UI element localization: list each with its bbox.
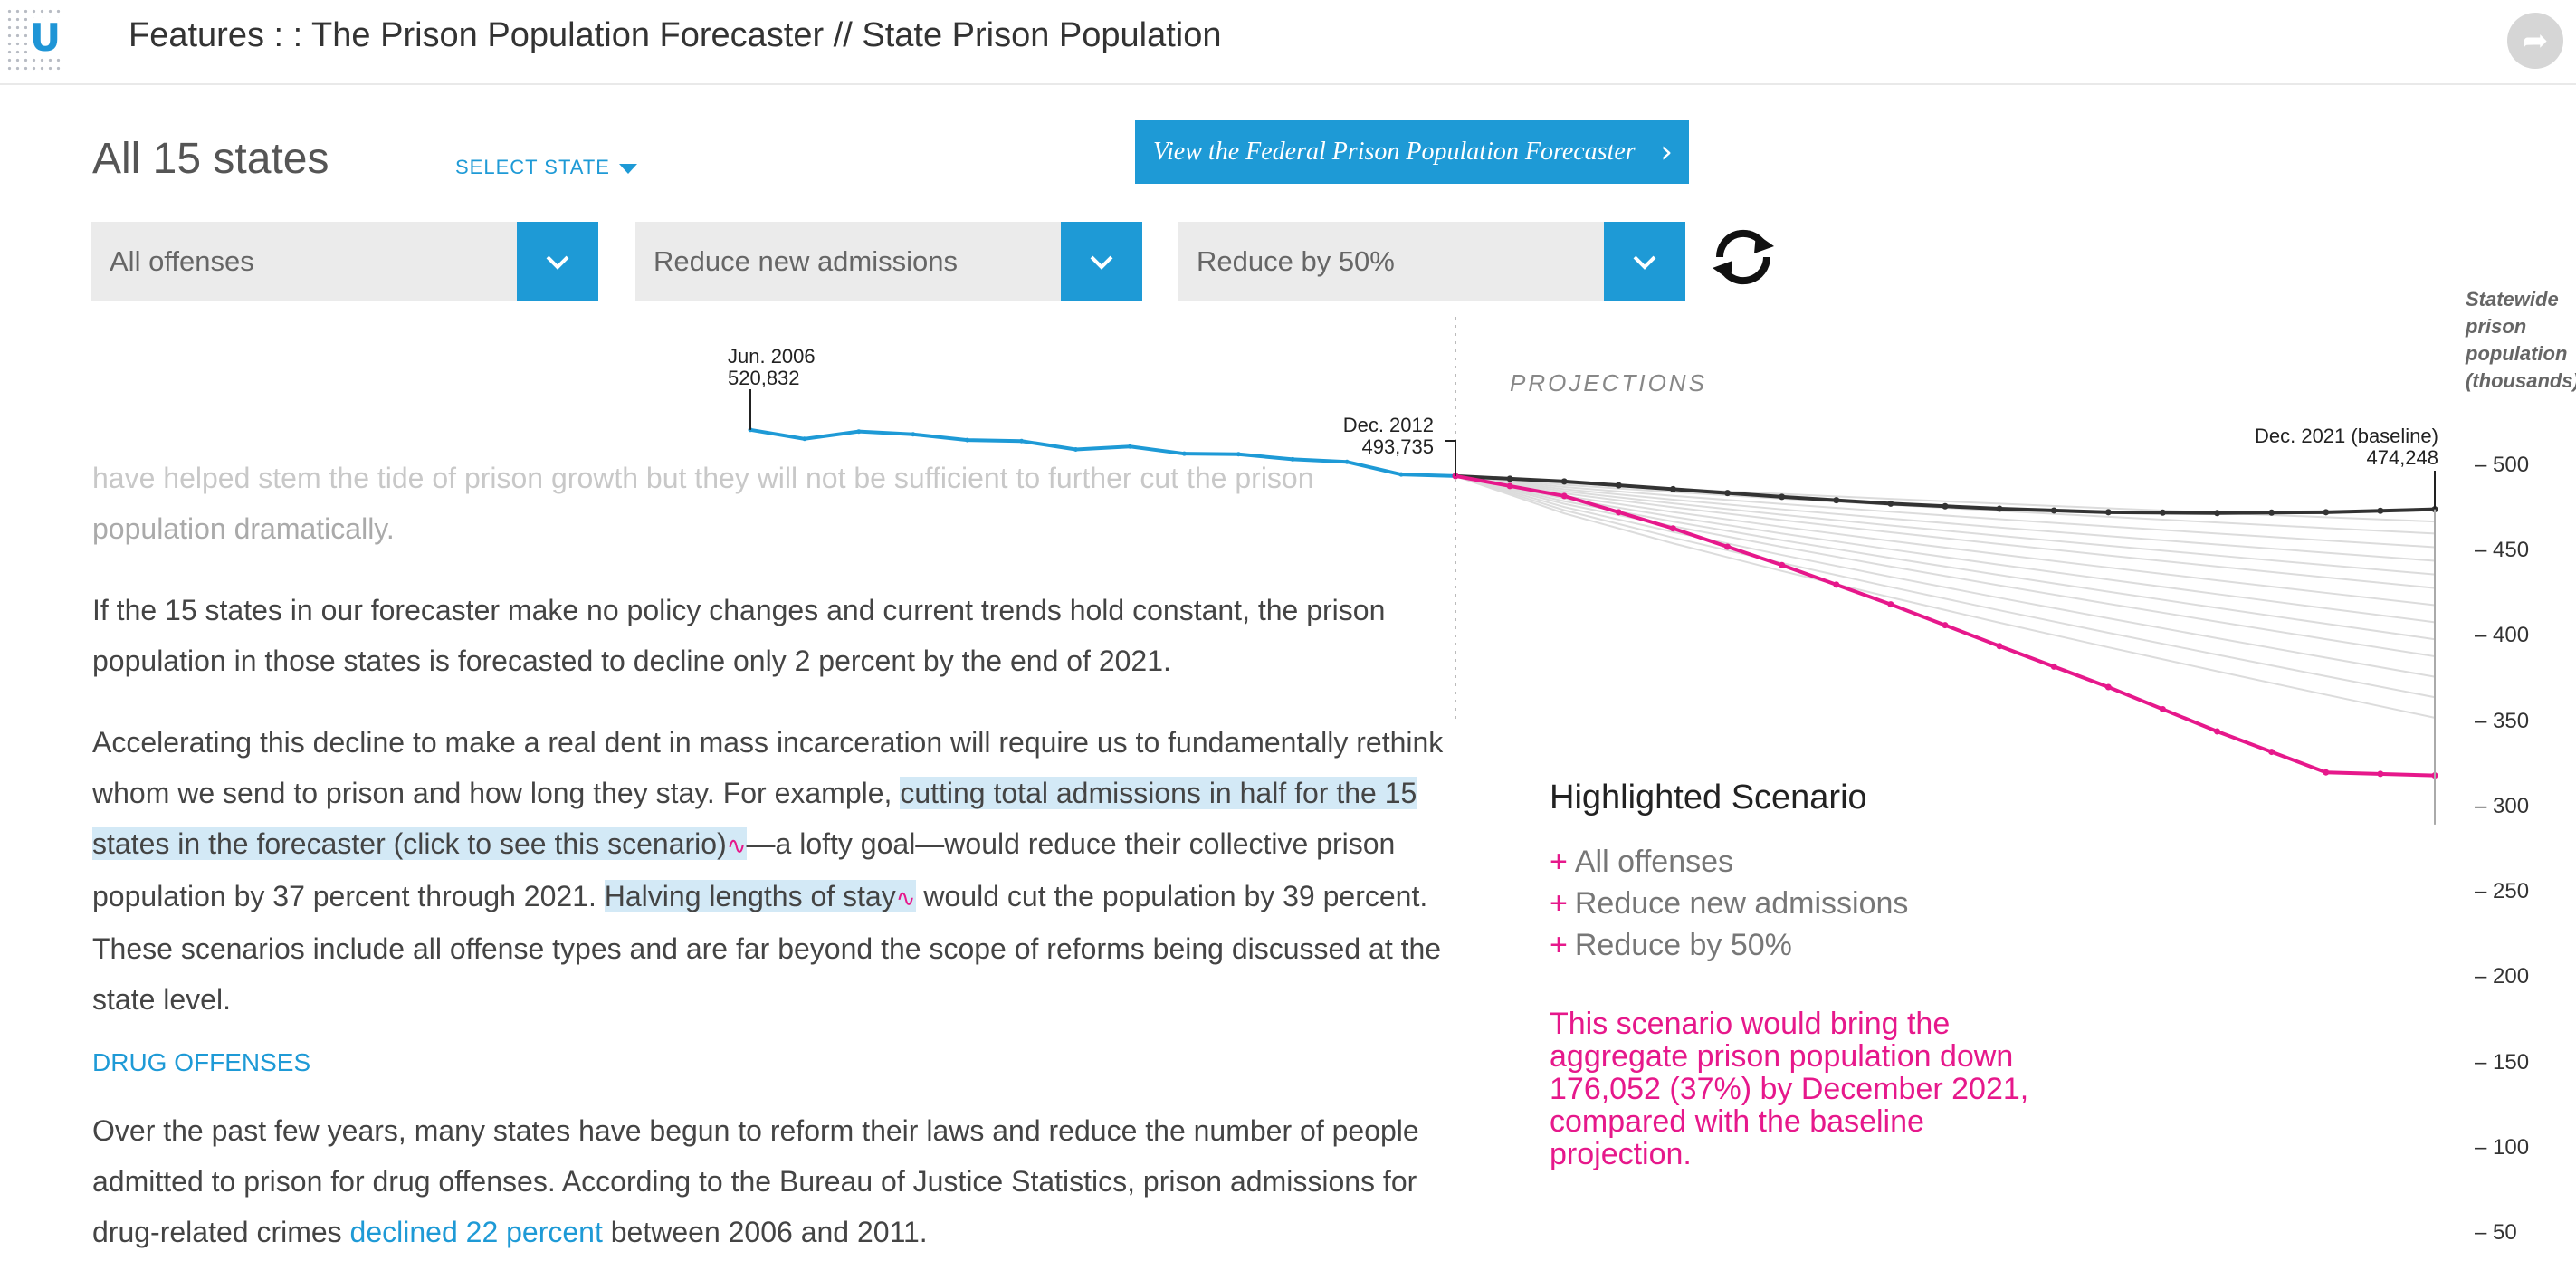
scenario-item: + Reduce by 50% [1550,924,2111,966]
highlighted-scenario-point [1615,509,1622,516]
historical-point [802,436,807,442]
baseline-point [2104,509,2112,516]
y-axis-tick-label: – 500 [2475,453,2530,477]
historical-point [911,432,916,437]
highlighted-scenario-point [1724,543,1732,550]
highlighted-scenario-point [1833,581,1840,588]
baseline-point [2323,509,2330,516]
baseline-point [1996,505,2003,512]
highlighted-scenario-point [1887,601,1894,608]
scenario-description-line: 176,052 (37%) by December 2021, [1550,1072,2029,1106]
baseline-point [1506,475,1513,482]
baseline-point [1669,485,1676,492]
y-axis-tick-label: – 50 [2475,1220,2517,1245]
historical-point [1344,459,1350,464]
callout-mid-date: Dec. 2012 [1342,414,1434,436]
highlighted-scenario-point [2159,705,2166,712]
highlighted-scenario-point [2214,728,2221,735]
scenario-item-label: All offenses [1574,845,1734,879]
projections-label: PROJECTIONS [1510,369,1707,396]
baseline-point [1779,493,1786,501]
plus-icon: + [1550,845,1568,879]
highlighted-scenario-point [1506,482,1513,490]
highlighted-scenario-point [1560,492,1568,500]
highlighted-scenario-panel: Highlighted Scenario + All offenses + Redu… [1550,779,2111,1170]
baseline-point [2050,507,2057,514]
baseline-point [1942,502,1949,510]
historical-point [1398,472,1404,477]
highlighted-scenario-point [2377,770,2384,778]
y-axis-tick-label: – 200 [2475,964,2530,989]
highlighted-scenario-point [1996,643,2003,650]
y-axis-tick-label: – 150 [2475,1049,2530,1075]
y-axis-tick-label: – 300 [2475,793,2530,818]
highlighted-scenario-point [1942,622,1949,629]
scenario-description-line: This scenario would bring the [1550,1007,1951,1041]
historical-point [1236,452,1241,457]
highlighted-scenario-point [2268,749,2275,756]
historical-point [965,437,970,443]
baseline-point [2159,509,2166,516]
highlighted-scenario-point [1669,525,1676,532]
callout-mid: Dec. 2012 493,735 [1338,415,1434,458]
callout-start-value: 520,832 [728,367,800,389]
historical-point [1181,451,1187,456]
scenario-item-label: Reduce new admissions [1574,886,1909,921]
scenario-description-line: projection. [1550,1137,1692,1171]
callout-end-date: Dec. 2021 (baseline) [2254,425,2438,447]
baseline-point [2268,509,2275,516]
baseline-point [1887,500,1894,507]
baseline-point [2377,507,2384,514]
plus-icon: + [1550,886,1568,921]
callout-start-date: Jun. 2006 [728,345,816,368]
callout-start: Jun. 2006 520,832 [728,346,816,389]
plus-icon: + [1550,928,1568,962]
scenario-description-line: aggregate prison population down [1550,1039,2014,1074]
y-axis-tick-label: – 250 [2475,879,2530,904]
highlighted-scenario-point [2323,769,2330,776]
y-axis-tick-label: – 450 [2475,538,2530,563]
historical-point [856,429,862,435]
callout-mid-value: 493,735 [1361,435,1434,458]
scenario-item: + Reduce new admissions [1550,883,2111,924]
y-axis-tick-label: – 350 [2475,708,2530,733]
callout-end: Dec. 2021 (baseline) 474,248 [2209,425,2438,469]
baseline-point [1724,490,1732,497]
scenario-item-label: Reduce by 50% [1574,928,1792,962]
callout-end-value: 474,248 [2366,446,2438,469]
historical-point [1019,438,1025,444]
scenario-title: Highlighted Scenario [1550,779,1867,817]
baseline-point [1615,482,1622,489]
baseline-point [1560,478,1568,485]
scenario-item: + All offenses [1550,841,2111,883]
highlighted-scenario-point [2104,683,2112,691]
scenario-description: This scenario would bring the aggregate … [1550,1008,2111,1170]
baseline-point [2214,510,2221,517]
baseline-point [1833,497,1840,504]
historical-point [1073,446,1079,452]
scenario-description-line: compared with the baseline [1550,1104,1924,1139]
y-axis-tick-label: – 100 [2475,1134,2530,1160]
callout-mid-leader [1445,440,1456,476]
highlighted-scenario-point [2050,663,2057,670]
scenario-list: + All offenses + Reduce new admissions + Re… [1550,841,2111,966]
highlighted-scenario-point [1779,561,1786,568]
y-axis-tick-label: – 400 [2475,623,2530,648]
historical-point [1290,456,1295,462]
y-axis-title: Statewide prison population (thousands) [2466,288,2576,392]
historical-point [1127,444,1132,449]
population-chart [748,317,2438,825]
